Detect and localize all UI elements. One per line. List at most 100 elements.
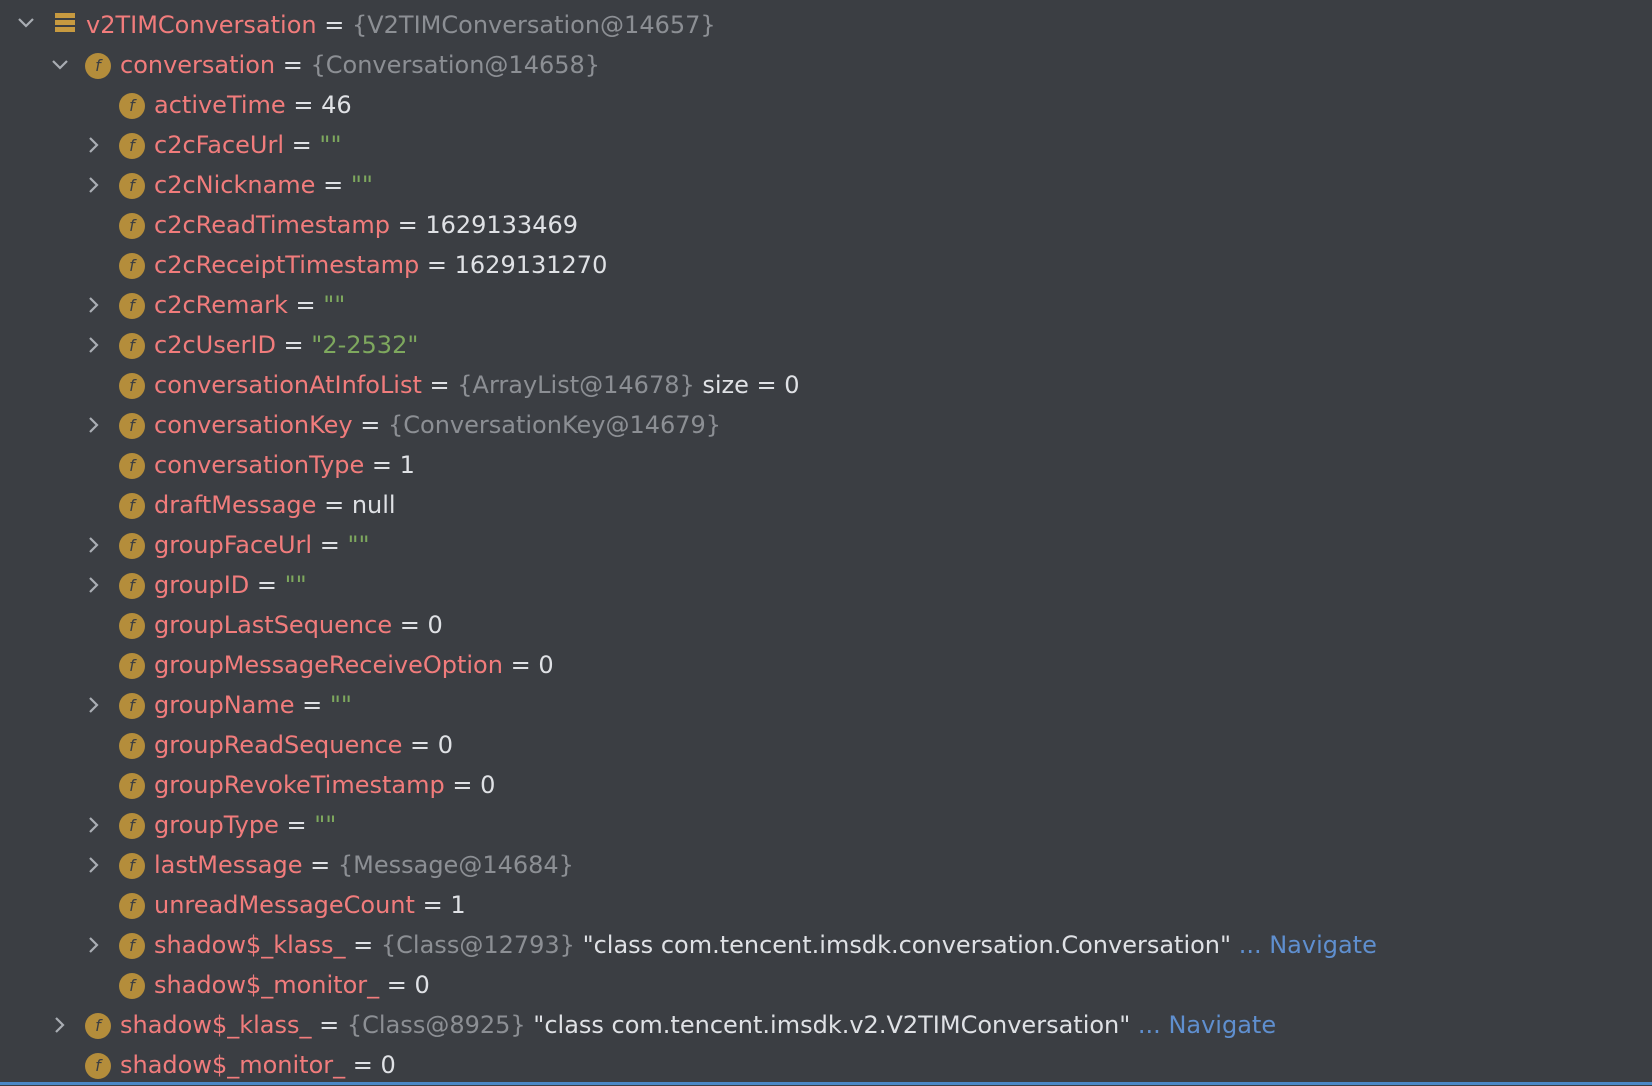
field-icon: f	[119, 333, 145, 359]
chevron-right-icon[interactable]	[80, 285, 108, 325]
tree-row-text: c2cUserID = "2-2532"	[154, 325, 418, 365]
root-children: f shadow$_klass_ = {Class@8925} "class co…	[0, 1005, 1652, 1085]
field-icon: f	[85, 1053, 111, 1079]
tree-row-text: c2cNickname = ""	[154, 165, 373, 205]
chevron-right-icon[interactable]	[80, 805, 108, 845]
value-text: 0	[538, 651, 554, 679]
tree-row-text: groupID = ""	[154, 565, 307, 605]
tree-row[interactable]: f c2cRemark = ""	[0, 285, 1652, 325]
chevron-right-icon[interactable]	[80, 165, 108, 205]
tree-row-text: conversationType = 1	[154, 445, 415, 485]
tree-row[interactable]: f groupName = ""	[0, 685, 1652, 725]
equals-sign: =	[294, 691, 330, 719]
navigate-link[interactable]: ... Navigate	[1130, 1011, 1276, 1039]
equals-sign: =	[352, 411, 388, 439]
tree-row[interactable]: f c2cReceiptTimestamp = 1629131270	[0, 245, 1652, 285]
tree-row[interactable]: f draftMessage = null	[0, 485, 1652, 525]
value-text: 0	[437, 731, 454, 759]
tree-row-text: c2cReceiptTimestamp = 1629131270	[154, 245, 607, 285]
tree-row[interactable]: f c2cNickname = ""	[0, 165, 1652, 205]
value-text: 0	[380, 1051, 396, 1079]
variable-name: groupMessageReceiveOption	[154, 651, 503, 679]
tree-row-text: unreadMessageCount = 1	[154, 885, 466, 925]
tree-row[interactable]: f unreadMessageCount = 1	[0, 885, 1652, 925]
tree-row-text: c2cRemark = ""	[154, 285, 345, 325]
tree-row[interactable]: f conversationType = 1	[0, 445, 1652, 485]
chevron-right-icon[interactable]	[80, 845, 108, 885]
variable-name: shadow$_klass_	[154, 931, 346, 959]
tree-row-text: groupName = ""	[154, 685, 352, 725]
value-text: 1629131270	[454, 251, 608, 279]
variable-name: c2cNickname	[154, 171, 316, 199]
tree-row[interactable]: f groupID = ""	[0, 565, 1652, 605]
equals-sign: =	[402, 731, 438, 759]
tree-row[interactable]: f activeTime = 46	[0, 85, 1652, 125]
tree-row[interactable]: f lastMessage = {Message@14684}	[0, 845, 1652, 885]
tree-row[interactable]: f shadow$_monitor_ = 0	[0, 965, 1652, 1005]
field-icon: f	[119, 653, 145, 679]
chevron-down-icon[interactable]	[46, 45, 74, 85]
tree-row-text: shadow$_monitor_ = 0	[154, 965, 430, 1005]
navigate-link[interactable]: ... Navigate	[1231, 931, 1377, 959]
tree-row[interactable]: f c2cReadTimestamp = 1629133469	[0, 205, 1652, 245]
equals-sign: =	[302, 851, 338, 879]
field-icon: f	[119, 773, 145, 799]
tree-row[interactable]: f shadow$_klass_ = {Class@12793} "class c…	[0, 925, 1652, 965]
chevron-down-icon[interactable]	[12, 0, 40, 45]
chevron-right-icon[interactable]	[46, 1005, 74, 1045]
value-text: "class com.tencent.imsdk.conversation.Co…	[574, 931, 1232, 959]
stack-icon	[55, 13, 75, 33]
tree-row[interactable]: f groupMessageReceiveOption = 0	[0, 645, 1652, 685]
equals-sign: =	[311, 1011, 347, 1039]
tree-row-text: groupType = ""	[154, 805, 336, 845]
variable-name: conversation	[120, 51, 276, 79]
variable-name: c2cFaceUrl	[154, 131, 285, 159]
chevron-right-icon[interactable]	[80, 565, 108, 605]
value-text: 0	[414, 971, 430, 999]
field-icon: f	[119, 93, 145, 119]
variable-name: groupLastSequence	[154, 611, 393, 639]
equals-sign: =	[389, 211, 426, 239]
tree-row-text: groupLastSequence = 0	[154, 605, 443, 645]
equals-sign: =	[414, 891, 451, 919]
tree-row[interactable]: f conversationKey = {ConversationKey@1467…	[0, 405, 1652, 445]
tree-row-root[interactable]: v2TIMConversation = {V2TIMConversation@1…	[0, 0, 1652, 45]
equals-sign: =	[284, 131, 320, 159]
chevron-right-icon[interactable]	[80, 685, 108, 725]
chevron-right-icon[interactable]	[80, 925, 108, 965]
chevron-right-icon[interactable]	[80, 405, 108, 445]
object-reference: {ArrayList@14678}	[457, 371, 695, 399]
value-text: 1	[399, 451, 415, 479]
tree-row[interactable]: f groupReadSequence = 0	[0, 725, 1652, 765]
tree-row[interactable]: f c2cUserID = "2-2532"	[0, 325, 1652, 365]
chevron-right-icon[interactable]	[80, 125, 108, 165]
field-icon: f	[119, 373, 145, 399]
selection-border	[0, 1082, 1652, 1085]
field-icon: f	[119, 573, 145, 599]
object-reference: {Conversation@14658}	[310, 51, 601, 79]
chevron-right-icon[interactable]	[80, 525, 108, 565]
equals-sign: =	[392, 611, 428, 639]
tree-row[interactable]: f groupLastSequence = 0	[0, 605, 1652, 645]
variable-name: c2cReadTimestamp	[154, 211, 390, 239]
tree-row[interactable]: f groupFaceUrl = ""	[0, 525, 1652, 565]
tree-row[interactable]: f groupType = ""	[0, 805, 1652, 845]
tree-row[interactable]: f shadow$_klass_ = {Class@8925} "class co…	[0, 1005, 1652, 1045]
tree-row-conversation[interactable]: f conversation = {Conversation@14658}	[0, 45, 1652, 85]
equals-sign: =	[379, 971, 415, 999]
tree-row[interactable]: f c2cFaceUrl = ""	[0, 125, 1652, 165]
variable-name: activeTime	[154, 91, 286, 119]
tree-row[interactable]: f groupRevokeTimestamp = 0	[0, 765, 1652, 805]
equals-sign: =	[315, 171, 351, 199]
variable-name: lastMessage	[154, 851, 303, 879]
value-text: size = 0	[694, 371, 800, 399]
variable-name: groupReadSequence	[154, 731, 403, 759]
variable-name: conversationAtInfoList	[154, 371, 422, 399]
tree-row[interactable]: f conversationAtInfoList = {ArrayList@146…	[0, 365, 1652, 405]
tree-row[interactable]: f shadow$_monitor_ = 0	[0, 1045, 1652, 1085]
field-icon: f	[85, 53, 111, 79]
variable-name: shadow$_klass_	[120, 1011, 312, 1039]
variable-name: groupFaceUrl	[154, 531, 313, 559]
equals-sign: =	[316, 491, 352, 519]
chevron-right-icon[interactable]	[80, 325, 108, 365]
